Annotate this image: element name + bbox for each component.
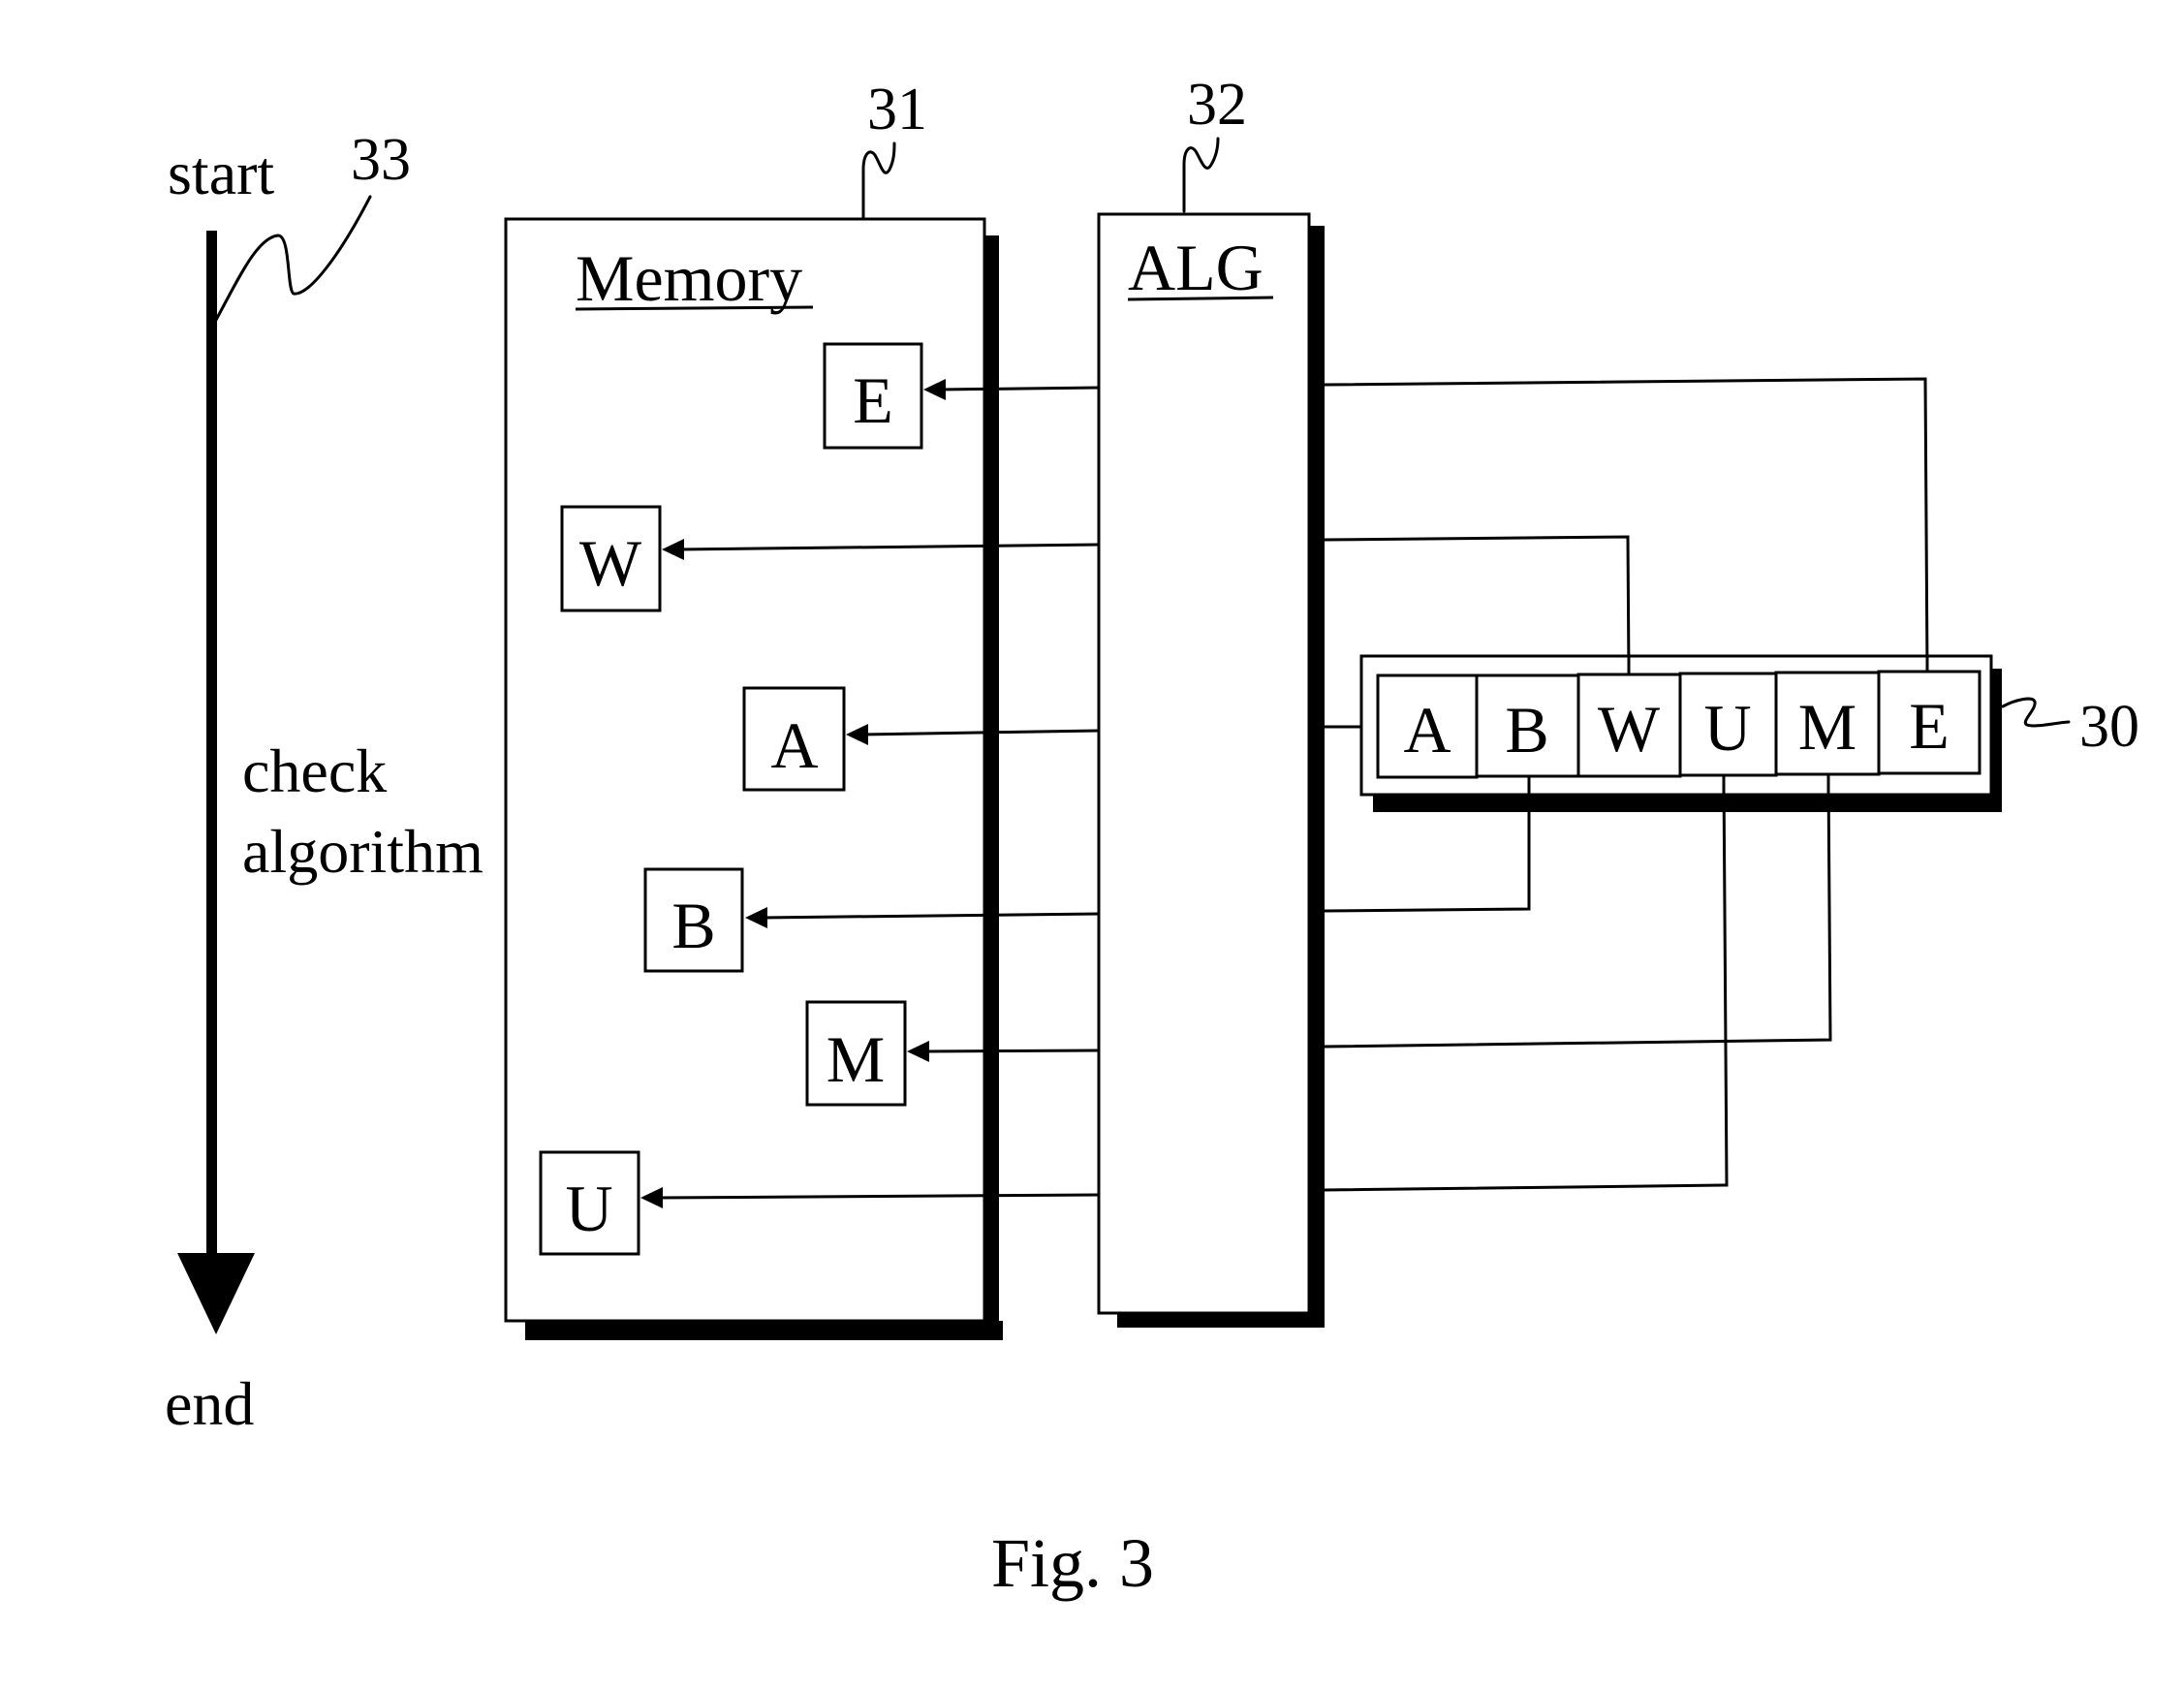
memory-item-u: U <box>539 1150 640 1256</box>
leader-line-30 <box>2001 697 2071 728</box>
svg-text:B: B <box>1505 693 1548 767</box>
memory-item-b: B <box>643 867 744 973</box>
svg-text:E: E <box>1909 689 1950 763</box>
leader-line-32 <box>1182 137 1220 213</box>
svg-text:B: B <box>671 889 715 962</box>
sequence-register-shadow-right <box>1992 669 2002 812</box>
figure-diagram: start 33 check algorithm end 31 Memory E… <box>165 72 2139 1602</box>
sequence-cells: A B W U M E <box>1376 670 1981 779</box>
leader-line-31 <box>861 141 896 219</box>
algorithm-title-underline <box>1127 296 1274 301</box>
sequence-cell-b: B <box>1475 673 1580 778</box>
svg-text:E: E <box>853 363 893 437</box>
algorithm-block-frame <box>1097 212 1311 1315</box>
ref-number-31: 31 <box>867 77 927 142</box>
svg-text:M: M <box>827 1022 885 1096</box>
connection-u <box>1324 775 1729 1192</box>
memory-title-underline <box>575 305 814 311</box>
sequence-cell-w: W <box>1576 673 1682 778</box>
memory-item-m: M <box>805 1000 907 1107</box>
flow-arrow: start 33 check algorithm end <box>165 127 484 1438</box>
process-label-line2: algorithm <box>242 817 484 886</box>
sequence-cell-m: M <box>1774 671 1881 776</box>
sequence-cell-u: U <box>1678 672 1778 777</box>
leader-line-33 <box>214 195 372 322</box>
connection-w <box>1324 535 1631 675</box>
memory-title: Memory <box>576 241 802 315</box>
end-label: end <box>165 1369 254 1438</box>
ref-number-32: 32 <box>1187 72 1247 138</box>
start-label: start <box>168 139 274 207</box>
algorithm-title: ALG <box>1128 231 1264 304</box>
memory-block-shadow-bottom <box>525 1321 1003 1340</box>
memory-item-w: W <box>560 505 662 612</box>
sequence-cell-e: E <box>1877 670 1981 775</box>
ref-number-33: 33 <box>351 127 411 193</box>
sequence-cell-a: A <box>1376 673 1479 779</box>
sequence-register: A B W U M E 30 <box>1359 654 2139 812</box>
svg-text:A: A <box>1403 693 1451 767</box>
sequence-register-shadow <box>1373 795 2002 812</box>
figure-caption: Fig. 3 <box>991 1524 1154 1602</box>
algorithm-block-shadow-bottom <box>1117 1313 1325 1328</box>
ref-number-30: 30 <box>2079 694 2139 760</box>
connection-e <box>1324 377 1929 673</box>
algorithm-block-shadow <box>1310 226 1325 1328</box>
svg-text:M: M <box>1798 690 1856 764</box>
algorithm-block: 32 ALG <box>1097 72 1325 1328</box>
svg-text:U: U <box>565 1172 612 1245</box>
svg-text:A: A <box>770 708 818 782</box>
flow-arrow-shaft <box>206 231 217 1258</box>
svg-text:W: W <box>1598 692 1661 766</box>
memory-item-e: E <box>823 342 923 450</box>
memory-block-shadow <box>985 235 999 1340</box>
svg-text:U: U <box>1703 691 1751 765</box>
memory-block: 31 Memory E W A B M U <box>504 77 1003 1340</box>
flow-arrowhead-icon <box>177 1253 255 1334</box>
process-label-line1: check <box>242 736 387 805</box>
memory-item-a: A <box>742 686 846 792</box>
svg-text:W: W <box>579 526 642 600</box>
